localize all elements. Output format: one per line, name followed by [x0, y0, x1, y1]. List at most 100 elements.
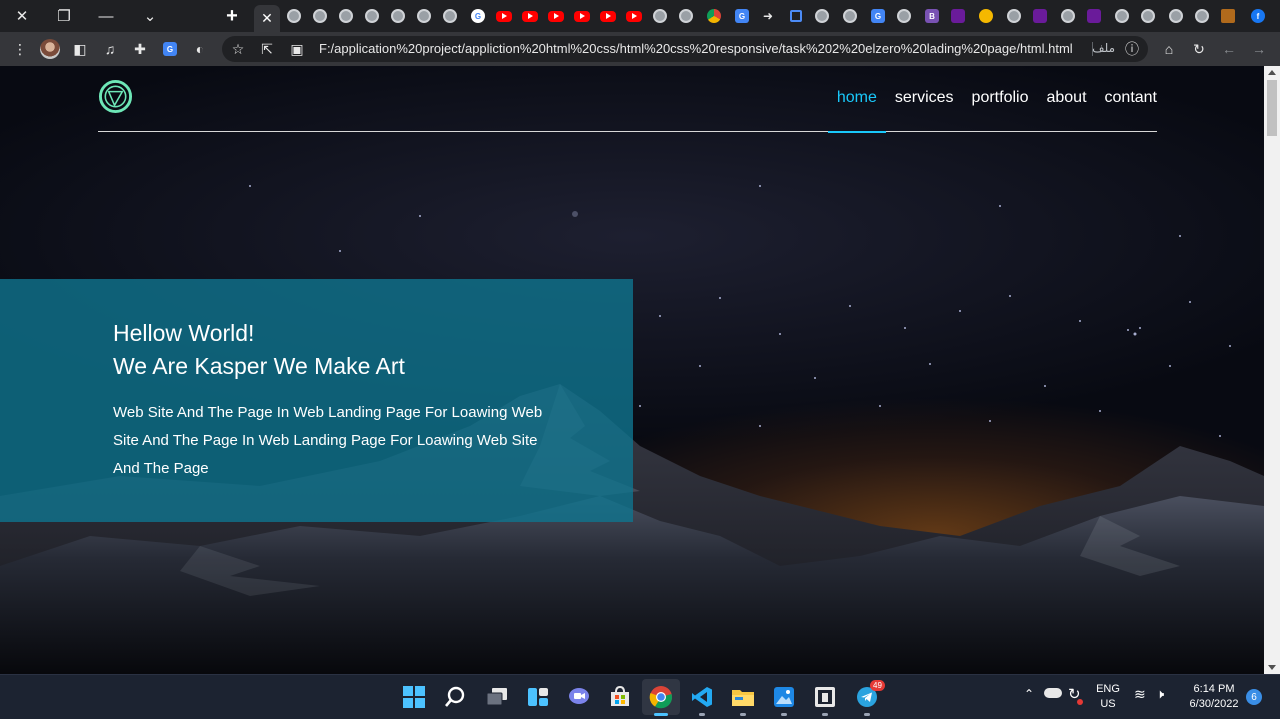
- browser-tab[interactable]: [702, 5, 726, 27]
- reload-icon[interactable]: ↻: [1189, 39, 1209, 59]
- profile-avatar[interactable]: [40, 39, 60, 59]
- browser-tab[interactable]: [974, 5, 998, 27]
- info-icon[interactable]: ⓘ: [1122, 39, 1142, 59]
- region-code: US: [1100, 698, 1116, 710]
- menu-dots-icon[interactable]: ⋮: [10, 39, 30, 59]
- vertical-scrollbar[interactable]: [1264, 66, 1280, 674]
- browser-tab[interactable]: ➜: [756, 5, 780, 27]
- browser-tab[interactable]: [334, 5, 358, 27]
- nav-link-portfolio[interactable]: portfolio: [963, 66, 1038, 132]
- search-icon: [445, 686, 465, 707]
- clock[interactable]: 6:14 PM 6/30/2022: [1184, 682, 1244, 712]
- scroll-up-arrow-icon[interactable]: [1268, 70, 1276, 75]
- browser-tab[interactable]: [386, 5, 410, 27]
- notification-badge[interactable]: 6: [1246, 689, 1262, 705]
- side-panel-icon[interactable]: ◧: [70, 39, 90, 59]
- browser-tab[interactable]: [838, 5, 862, 27]
- browser-tab[interactable]: G: [730, 5, 754, 27]
- browser-tab[interactable]: [648, 5, 672, 27]
- browser-tab[interactable]: [308, 5, 332, 27]
- address-bar[interactable]: ☆ ⇱ ▣ F:/application%20project/applictio…: [222, 36, 1148, 62]
- browser-tab[interactable]: [544, 5, 568, 27]
- home-icon[interactable]: ⌂: [1159, 39, 1179, 59]
- browser-tab[interactable]: f: [1246, 5, 1270, 27]
- nav-link-about[interactable]: about: [1037, 66, 1095, 132]
- restore-window-icon[interactable]: ❐: [42, 0, 86, 32]
- new-tab-button[interactable]: +: [218, 0, 246, 32]
- start-button[interactable]: [401, 684, 427, 710]
- browser-tab[interactable]: [810, 5, 834, 27]
- install-icon[interactable]: ▣: [287, 39, 307, 59]
- hero-description: Web Site And The Page In Web Landing Pag…: [113, 404, 543, 477]
- site-logo[interactable]: [98, 79, 133, 114]
- taskbar-telegram[interactable]: 49: [854, 680, 885, 716]
- taskbar-file-explorer[interactable]: [730, 684, 756, 716]
- browser-tab[interactable]: [492, 5, 516, 27]
- taskbar-app[interactable]: [812, 684, 838, 716]
- browser-tab[interactable]: [892, 5, 916, 27]
- close-window-icon[interactable]: ✕: [0, 0, 44, 32]
- scroll-down-arrow-icon[interactable]: [1268, 665, 1276, 670]
- forward-icon[interactable]: →: [1249, 39, 1269, 59]
- translate-extension-icon[interactable]: G: [160, 39, 180, 59]
- telegram-badge: 49: [870, 680, 885, 691]
- nav-link-services[interactable]: services: [886, 66, 963, 132]
- browser-tab[interactable]: [360, 5, 384, 27]
- globe-icon: [365, 9, 379, 23]
- browser-tab[interactable]: [282, 5, 306, 27]
- browser-tab[interactable]: [674, 5, 698, 27]
- task-view-button[interactable]: [484, 684, 510, 710]
- browser-tab[interactable]: [1110, 5, 1134, 27]
- back-icon[interactable]: ←: [1219, 39, 1239, 59]
- active-tab[interactable]: ✕: [254, 5, 280, 32]
- minimize-window-icon[interactable]: —: [84, 0, 128, 32]
- browser-tab[interactable]: [1056, 5, 1080, 27]
- bookmark-star-icon[interactable]: ☆: [228, 39, 248, 59]
- media-icon[interactable]: ♫: [100, 39, 120, 59]
- share-icon[interactable]: ⇱: [257, 39, 277, 59]
- onedrive-icon[interactable]: [1044, 688, 1062, 698]
- chat-button[interactable]: [566, 684, 592, 710]
- browser-tab[interactable]: [518, 5, 542, 27]
- browser-tab[interactable]: G: [866, 5, 890, 27]
- tray-chevron-up-icon[interactable]: ⌃: [1024, 687, 1034, 701]
- browser-tab[interactable]: [412, 5, 436, 27]
- vscode-icon: [692, 687, 712, 707]
- close-tab-icon[interactable]: ✕: [261, 10, 273, 27]
- search-button[interactable]: [442, 684, 468, 710]
- extensions-icon[interactable]: ✚: [130, 39, 150, 59]
- taskbar-photos[interactable]: [771, 684, 797, 716]
- globe-icon: [1169, 9, 1183, 23]
- url-text[interactable]: F:/application%20project/appliction%20ht…: [319, 41, 1073, 56]
- browser-tab[interactable]: [438, 5, 462, 27]
- browser-tab[interactable]: [1190, 5, 1214, 27]
- scroll-thumb[interactable]: [1267, 80, 1277, 136]
- extension-icon[interactable]: ◐: [190, 39, 210, 59]
- store-button[interactable]: [607, 684, 633, 710]
- widgets-button[interactable]: [525, 684, 551, 710]
- browser-tab[interactable]: G: [466, 5, 490, 27]
- browser-tab[interactable]: [784, 5, 808, 27]
- browser-tab[interactable]: [1136, 5, 1160, 27]
- volume-muted-icon[interactable]: 🕨: [1156, 686, 1164, 702]
- browser-tab[interactable]: [596, 5, 620, 27]
- browser-tab[interactable]: [1216, 5, 1240, 27]
- nav-link-home[interactable]: home: [827, 66, 886, 133]
- browser-tab[interactable]: [1028, 5, 1052, 27]
- taskbar-chrome[interactable]: [648, 684, 674, 716]
- chrome-icon: [707, 9, 721, 23]
- browser-tab[interactable]: B: [920, 5, 944, 27]
- running-indicator: [740, 713, 746, 716]
- browser-tab[interactable]: [570, 5, 594, 27]
- taskbar-vscode[interactable]: [689, 684, 715, 716]
- hero-title: Hellow World! We Are Kasper We Make Art: [113, 317, 613, 383]
- language-indicator[interactable]: ENG US: [1094, 682, 1122, 712]
- browser-tab[interactable]: [946, 5, 970, 27]
- tab-search-chevron-icon[interactable]: ⌄: [128, 0, 172, 32]
- browser-tab[interactable]: [1002, 5, 1026, 27]
- nav-link-contant[interactable]: contant: [1096, 66, 1157, 132]
- browser-tab[interactable]: [1164, 5, 1188, 27]
- browser-tab[interactable]: [622, 5, 646, 27]
- browser-tab[interactable]: [1082, 5, 1106, 27]
- wifi-icon[interactable]: ≋: [1134, 686, 1146, 703]
